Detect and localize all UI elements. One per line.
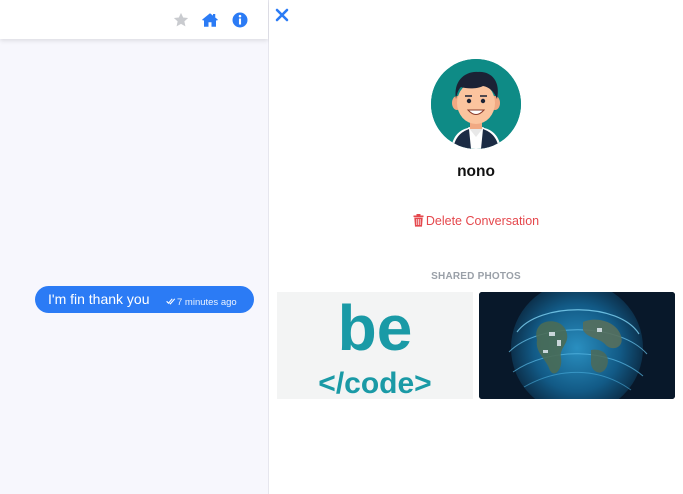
shared-photos-title: SHARED PHOTOS [431, 271, 521, 282]
message-meta: 7 minutes ago [166, 296, 237, 308]
photo-logo-top: be [338, 292, 413, 364]
home-icon[interactable] [201, 11, 219, 29]
chat-panel: I'm fin thank you 7 minutes ago [0, 0, 269, 494]
avatar [431, 59, 521, 149]
message-text: I'm fin thank you [48, 291, 150, 307]
message-time: 7 minutes ago [177, 297, 237, 308]
read-check-icon [166, 298, 176, 305]
delete-conversation-button[interactable]: Delete Conversation [269, 214, 683, 228]
delete-label: Delete Conversation [425, 214, 540, 228]
info-icon[interactable] [231, 11, 249, 29]
info-panel: nono Delete Conversation SHARED PHOTOS b… [269, 0, 683, 494]
shared-photo-becode[interactable]: be </code> [277, 292, 473, 399]
trash-icon [413, 214, 424, 227]
close-icon[interactable] [274, 7, 290, 23]
chat-header [0, 0, 268, 39]
shared-photo-globe[interactable] [479, 292, 675, 399]
profile-username: nono [457, 163, 495, 180]
star-icon[interactable] [172, 11, 190, 29]
message-bubble[interactable]: I'm fin thank you 7 minutes ago [35, 286, 254, 313]
photo-logo-bottom: </code> [318, 367, 431, 399]
